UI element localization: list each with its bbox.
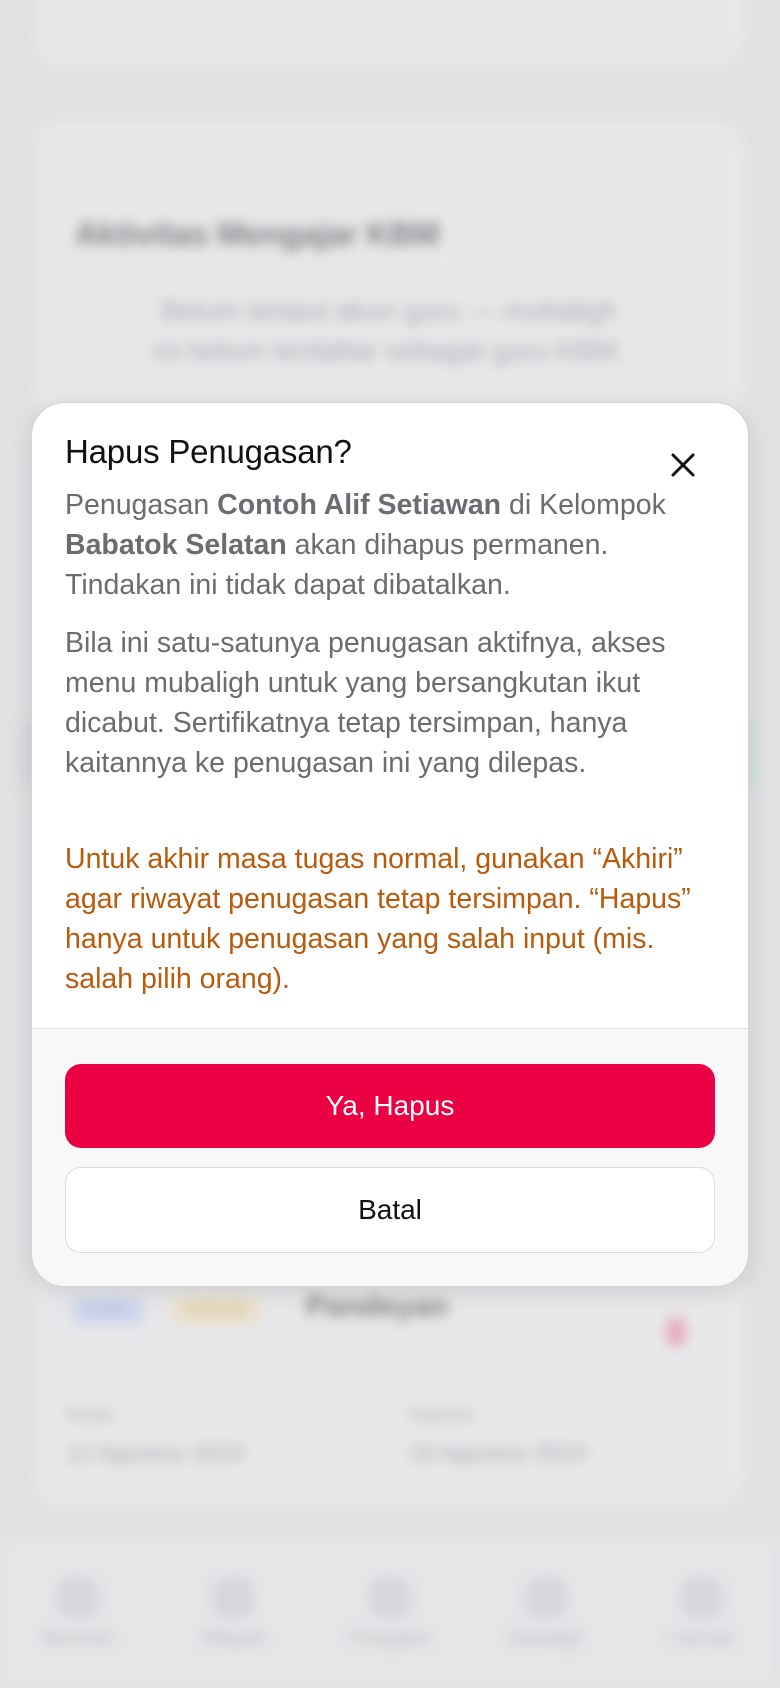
dialog-access-note: Bila ini satu-satunya penugasan aktifnya… [65,627,666,779]
person-name: Contoh Alif Setiawan [217,489,502,521]
delete-assignment-dialog: Hapus Penugasan? Penugasan Contoh Alif S… [31,402,749,1287]
confirm-delete-button[interactable]: Ya, Hapus [65,1064,715,1148]
message-prefix: Penugasan [65,489,218,521]
close-icon [671,453,695,477]
message-middle: di Kelompok [501,489,666,521]
dialog-footer: Ya, Hapus Batal [32,1029,748,1286]
dialog-warning: Untuk akhir masa tugas normal, gunakan “… [65,843,691,995]
dialog-title: Hapus Penugasan? [65,433,352,470]
cancel-button[interactable]: Batal [65,1167,715,1253]
group-name: Babatok Selatan [65,529,287,561]
close-button[interactable] [661,443,705,487]
dialog-message: Penugasan Contoh Alif Setiawan di Kelomp… [65,485,715,605]
